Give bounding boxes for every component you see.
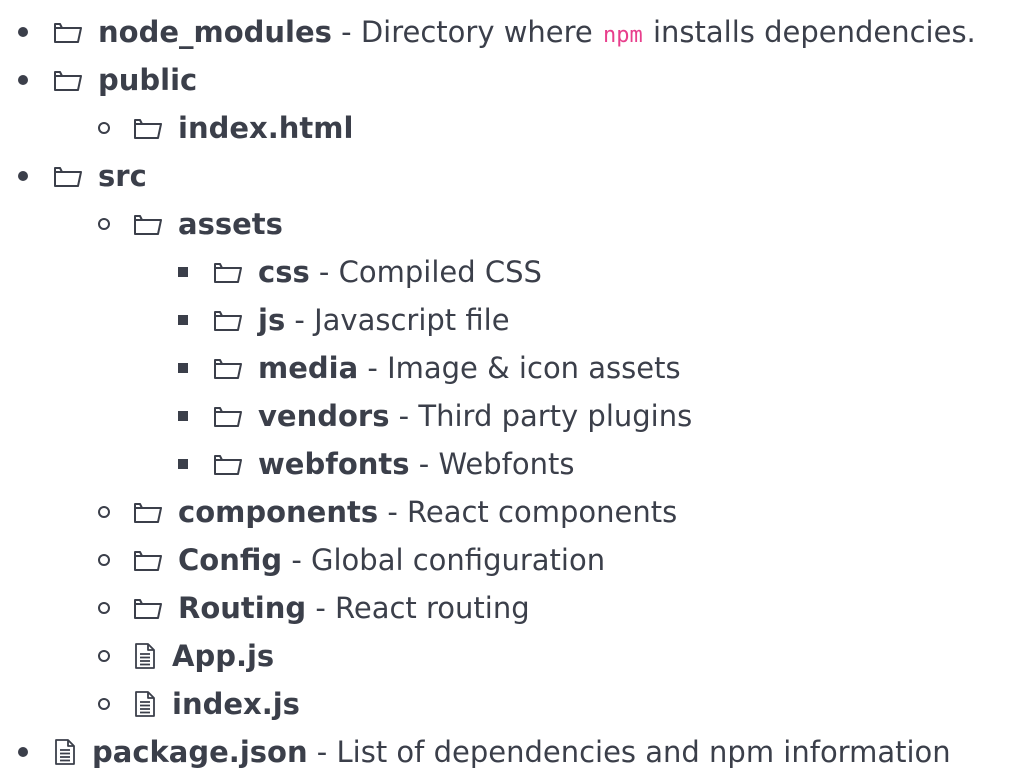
folder-icon [132, 546, 164, 574]
square-bullet [178, 459, 188, 469]
separator: - [358, 351, 388, 385]
inline-code: npm [603, 23, 643, 48]
tree-item-description: Compiled CSS [338, 255, 542, 289]
folder-icon [132, 594, 164, 622]
tree-item-index-js: index.js [98, 680, 300, 728]
tree-item-name: App.js [172, 639, 275, 673]
tree-item-config: Config - Global configuration [98, 536, 605, 584]
tree-item-name: Routing [178, 591, 307, 625]
disc-bullet [18, 27, 28, 37]
tree-item-name: webfonts [258, 447, 410, 481]
circle-bullet [98, 650, 110, 662]
square-bullet [178, 411, 188, 421]
tree-item-description: Third party plugins [418, 399, 693, 433]
folder-icon [132, 114, 164, 142]
tree-item-name: public [98, 63, 198, 97]
disc-bullet [18, 171, 28, 181]
separator: - [285, 303, 315, 337]
tree-item-name: src [98, 159, 147, 193]
tree-item-media: media - Image & icon assets [178, 344, 681, 392]
file-tree: node_modules - Directory where npm insta… [0, 0, 1013, 769]
square-bullet [178, 363, 188, 373]
circle-bullet [98, 218, 110, 230]
circle-bullet [98, 554, 110, 566]
tree-item-node-modules: node_modules - Directory where npm insta… [18, 8, 976, 56]
tree-item-description: Image & icon assets [387, 351, 681, 385]
circle-bullet [98, 506, 110, 518]
tree-item-name: css [258, 255, 310, 289]
tree-item-description: Javascript file [314, 303, 510, 337]
tree-item-components: components - React components [98, 488, 677, 536]
tree-item-name: components [178, 495, 379, 529]
square-bullet [178, 315, 188, 325]
tree-item-description: Directory where npm installs dependencie… [360, 15, 976, 49]
tree-item-index-html: index.html [98, 104, 353, 152]
circle-bullet [98, 602, 110, 614]
separator: - [331, 15, 361, 49]
tree-item-description: React routing [335, 591, 530, 625]
tree-item-name: node_modules [98, 15, 332, 49]
separator: - [389, 399, 419, 433]
disc-bullet [18, 747, 28, 757]
folder-icon [132, 210, 164, 238]
separator: - [409, 447, 439, 481]
folder-icon [52, 162, 84, 190]
separator: - [309, 255, 339, 289]
tree-item-name: js [258, 303, 286, 337]
file-icon [52, 738, 78, 766]
circle-bullet [98, 698, 110, 710]
separator: - [306, 591, 336, 625]
tree-item-name: vendors [258, 399, 390, 433]
separator: - [307, 735, 337, 769]
tree-item-css: css - Compiled CSS [178, 248, 542, 296]
tree-item-name: assets [178, 207, 283, 241]
separator: - [378, 495, 408, 529]
tree-item-js: js - Javascript file [178, 296, 510, 344]
file-icon [132, 642, 158, 670]
folder-icon [212, 450, 244, 478]
separator: - [282, 543, 312, 577]
tree-item-app-js: App.js [98, 632, 274, 680]
folder-icon [212, 258, 244, 286]
folder-icon [52, 66, 84, 94]
tree-item-description: Webfonts [438, 447, 575, 481]
tree-item-routing: Routing - React routing [98, 584, 530, 632]
folder-icon [212, 402, 244, 430]
folder-icon [52, 18, 84, 46]
tree-item-description: Global configuration [311, 543, 606, 577]
tree-item-name: package.json [92, 735, 308, 769]
tree-item-vendors: vendors - Third party plugins [178, 392, 692, 440]
disc-bullet [18, 75, 28, 85]
tree-item-name: media [258, 351, 359, 385]
tree-item-src: src [18, 152, 147, 200]
folder-icon [212, 354, 244, 382]
folder-icon [212, 306, 244, 334]
tree-item-name: index.js [172, 687, 300, 721]
folder-icon [132, 498, 164, 526]
tree-item-description: List of dependencies and npm information [336, 735, 951, 769]
file-icon [132, 690, 158, 718]
tree-item-description: React components [407, 495, 678, 529]
square-bullet [178, 267, 188, 277]
tree-item-package-json: package.json - List of dependencies and … [18, 728, 951, 776]
tree-item-name: Config [178, 543, 283, 577]
tree-item-public: public [18, 56, 197, 104]
tree-item-name: index.html [178, 111, 354, 145]
circle-bullet [98, 122, 110, 134]
tree-item-assets: assets [98, 200, 283, 248]
tree-item-webfonts: webfonts - Webfonts [178, 440, 574, 488]
